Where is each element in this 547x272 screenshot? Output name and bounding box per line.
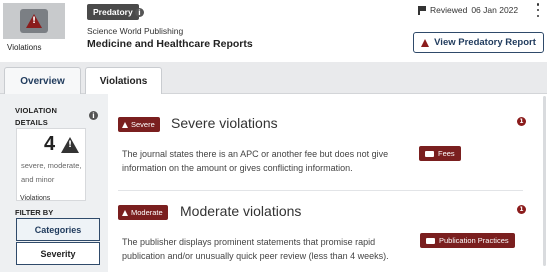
- severity-badge-moderate: Moderate: [118, 205, 168, 220]
- journal-title: Medicine and Healthcare Reports: [87, 38, 253, 50]
- tag-icon: [426, 237, 435, 244]
- info-icon[interactable]: i: [89, 111, 98, 120]
- count-badge: 1: [517, 117, 526, 126]
- count-description: severe, moderate, and minor: [21, 161, 82, 184]
- status-badge: Predatory: [87, 4, 139, 20]
- filter-severity-button[interactable]: Severity: [16, 242, 100, 265]
- filter-categories-button[interactable]: Categories: [16, 218, 100, 241]
- more-options-icon[interactable]: [534, 3, 542, 17]
- warning-icon: [122, 209, 128, 216]
- violations-thumbnail[interactable]: Violations: [3, 3, 65, 52]
- violation-details-panel: VIOLATION DETAILS i 4 severe, moderate, …: [0, 94, 108, 272]
- reviewed-info: Reviewed 06 Jan 2022: [418, 5, 518, 15]
- reviewed-label: Reviewed: [430, 5, 468, 15]
- violation-count: 4: [44, 133, 56, 155]
- filter-by-label: FILTER BY: [15, 208, 54, 217]
- tab-violations[interactable]: Violations: [85, 67, 162, 95]
- reviewed-date: 06 Jan 2022: [471, 5, 519, 15]
- violation-details-label: VIOLATION DETAILS: [15, 106, 58, 127]
- section-divider: [118, 190, 523, 191]
- view-report-label: View Predatory Report: [434, 37, 536, 48]
- journal-header: Violations Predatory i Science World Pub…: [0, 0, 547, 62]
- warning-icon: [61, 137, 79, 153]
- violation-count-card: 4 severe, moderate, and minor: [16, 128, 86, 201]
- section-title-severe: Severe violations: [171, 115, 278, 131]
- warning-icon: [122, 121, 128, 128]
- thumbnail-image: [3, 3, 65, 39]
- scrollbar[interactable]: [543, 96, 546, 266]
- warning-icon: [26, 14, 42, 28]
- publisher-name: Science World Publishing: [87, 26, 184, 36]
- category-tag-fees[interactable]: Fees: [419, 146, 461, 161]
- warning-icon: [421, 38, 430, 47]
- flag-icon: [418, 5, 426, 15]
- view-report-button[interactable]: View Predatory Report: [413, 32, 544, 53]
- section-title-moderate: Moderate violations: [180, 203, 302, 219]
- info-icon[interactable]: i: [135, 8, 144, 17]
- tag-icon: [425, 150, 434, 157]
- violation-item: The journal states there is an APC or an…: [122, 149, 389, 173]
- count-badge: 1: [517, 205, 526, 214]
- severity-badge-severe: Severe: [118, 117, 160, 132]
- tab-bar: Overview Violations: [0, 62, 547, 95]
- thumbnail-label: Violations: [7, 43, 42, 52]
- count-caption: Violations: [20, 195, 51, 202]
- violations-list: Severe Severe violations 1 The journal s…: [108, 94, 547, 272]
- violation-item: The publisher displays prominent stateme…: [122, 237, 389, 261]
- tab-overview[interactable]: Overview: [4, 67, 81, 94]
- category-tag-publication-practices[interactable]: Publication Practices: [420, 233, 515, 248]
